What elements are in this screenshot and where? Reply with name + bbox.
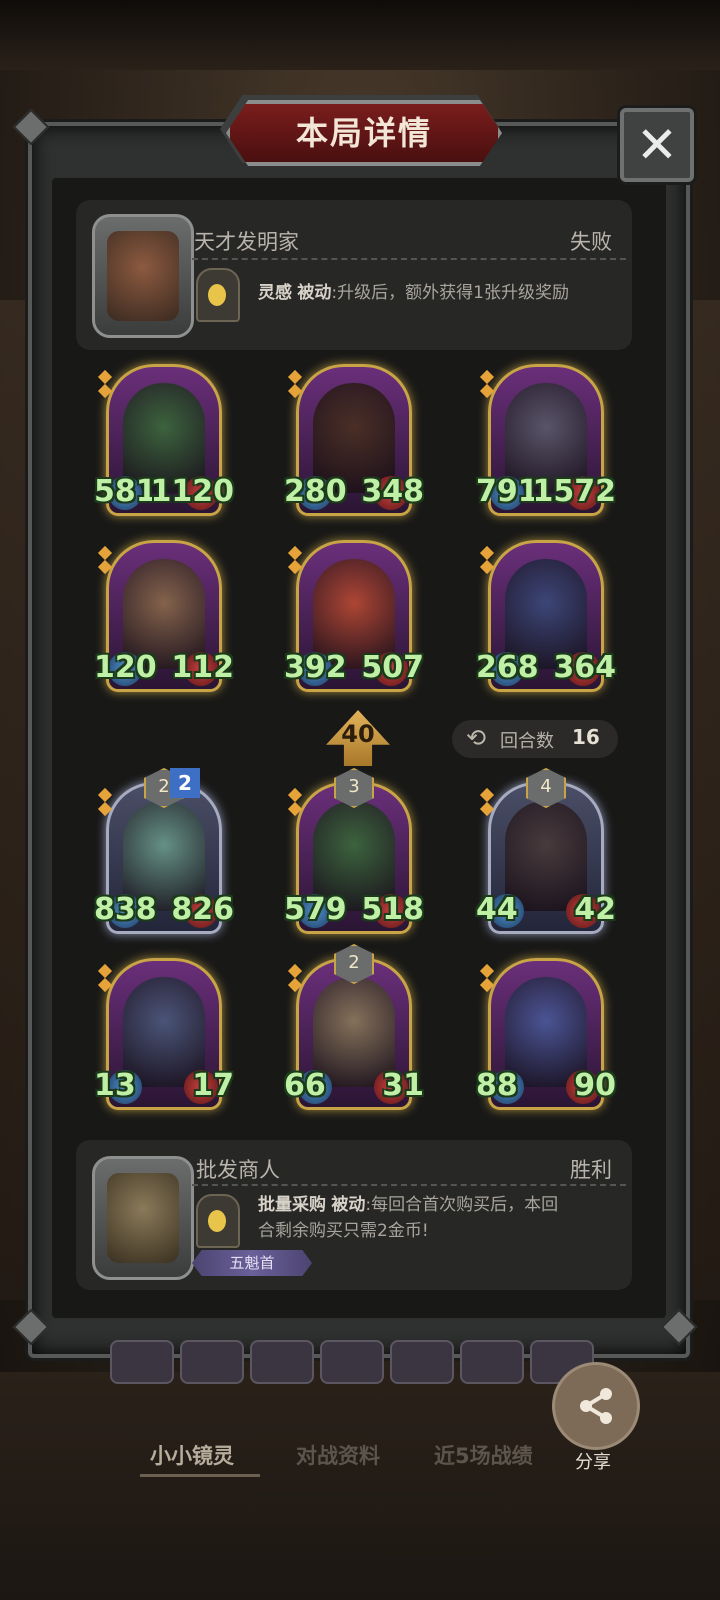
attack-value: 88: [476, 1068, 518, 1103]
thumbnail[interactable]: [180, 1340, 244, 1384]
player-name: 批发商人: [196, 1158, 280, 1182]
unit-card[interactable]: 838 826 2 2: [94, 768, 234, 934]
divider: [192, 258, 626, 260]
attack-value: 44: [476, 892, 518, 927]
rank-badge: 五魁首: [192, 1250, 312, 1276]
thumbnail[interactable]: [110, 1340, 174, 1384]
attack-value: 791: [476, 474, 539, 509]
round-value: 16: [572, 725, 600, 749]
unit-card[interactable]: 120 112: [94, 540, 234, 692]
round-label: 回合数: [500, 731, 554, 752]
top-bar: [0, 0, 720, 70]
divider: [192, 1184, 626, 1186]
skill-desc-line2: 合剩余购买只需2金币!: [258, 1221, 429, 1241]
close-button[interactable]: ✕: [620, 108, 694, 182]
skill-type: 被动: [297, 283, 332, 303]
player-skill: 批量采购 被动:每回合首次购买后，本回 合剩余购买只需2金币!: [258, 1192, 558, 1244]
thumbnail[interactable]: [390, 1340, 454, 1384]
health-value: 826: [171, 892, 234, 927]
skill-name: 灵感: [258, 283, 292, 303]
tab-recent-5-results[interactable]: 近5场战绩: [434, 1440, 533, 1470]
thumbnail[interactable]: [250, 1340, 314, 1384]
repeat-icon: ⟲: [466, 724, 487, 752]
unit-card[interactable]: 579 518 3: [284, 768, 424, 934]
lightbulb-icon[interactable]: [196, 268, 240, 322]
tier-badge: 2: [170, 768, 200, 798]
left-decoration: [0, 300, 30, 1300]
unit-card[interactable]: 44 42 4: [476, 768, 616, 934]
skill-desc: :升级后，额外获得1张升级奖励: [331, 283, 569, 303]
opponent-skill: 灵感 被动:升级后，额外获得1张升级奖励: [258, 280, 569, 306]
attack-value: 838: [94, 892, 157, 927]
thumbnail[interactable]: [460, 1340, 524, 1384]
attack-value: 280: [284, 474, 347, 509]
page-title: 本局详情: [295, 114, 432, 152]
unit-thumbnails: [110, 1340, 594, 1384]
health-value: 348: [361, 474, 424, 509]
share-icon: [580, 1388, 612, 1424]
health-value: 112: [171, 650, 234, 685]
active-tab-indicator: [140, 1474, 260, 1477]
skill-name: 批量采购: [258, 1195, 326, 1215]
share-label: 分享: [575, 1452, 611, 1473]
right-decoration: [690, 300, 720, 1300]
opponent-result: 失败: [570, 230, 612, 254]
merchant-skill-icon[interactable]: [196, 1194, 240, 1248]
close-icon: ✕: [636, 116, 678, 174]
attack-value: 120: [94, 650, 157, 685]
attack-value: 13: [94, 1068, 136, 1103]
share-button[interactable]: [552, 1362, 640, 1450]
health-value: 1120: [150, 474, 235, 509]
tab-mirror-spirit[interactable]: 小小镜灵: [150, 1440, 234, 1470]
attack-value: 581: [94, 474, 157, 509]
unit-card[interactable]: 791 1572: [476, 364, 616, 516]
health-value: 507: [361, 650, 424, 685]
unit-card[interactable]: 66 31 2: [284, 944, 424, 1110]
player-result: 胜利: [570, 1158, 612, 1182]
unit-card[interactable]: 13 17: [94, 958, 234, 1110]
unit-card[interactable]: 581 1120: [94, 364, 234, 516]
health-value: 31: [382, 1068, 424, 1103]
thumbnail[interactable]: [320, 1340, 384, 1384]
opponent-name: 天才发明家: [194, 230, 299, 254]
health-value: 17: [192, 1068, 234, 1103]
tab-battle-info[interactable]: 对战资料: [296, 1440, 380, 1470]
level-value: 40: [341, 720, 375, 748]
health-value: 42: [574, 892, 616, 927]
health-value: 364: [553, 650, 616, 685]
health-value: 1572: [532, 474, 617, 509]
health-value: 90: [574, 1068, 616, 1103]
unit-card[interactable]: 268 364: [476, 540, 616, 692]
opponent-avatar[interactable]: [92, 214, 194, 338]
health-value: 518: [361, 892, 424, 927]
attack-value: 579: [284, 892, 347, 927]
unit-card[interactable]: 88 90: [476, 958, 616, 1110]
skill-desc-line1: :每回合首次购买后，本回: [365, 1195, 559, 1215]
attack-value: 268: [476, 650, 539, 685]
unit-card[interactable]: 280 348: [284, 364, 424, 516]
attack-value: 392: [284, 650, 347, 685]
attack-value: 66: [284, 1068, 326, 1103]
skill-type: 被动: [331, 1195, 366, 1215]
player-avatar[interactable]: [92, 1156, 194, 1280]
unit-card[interactable]: 392 507: [284, 540, 424, 692]
